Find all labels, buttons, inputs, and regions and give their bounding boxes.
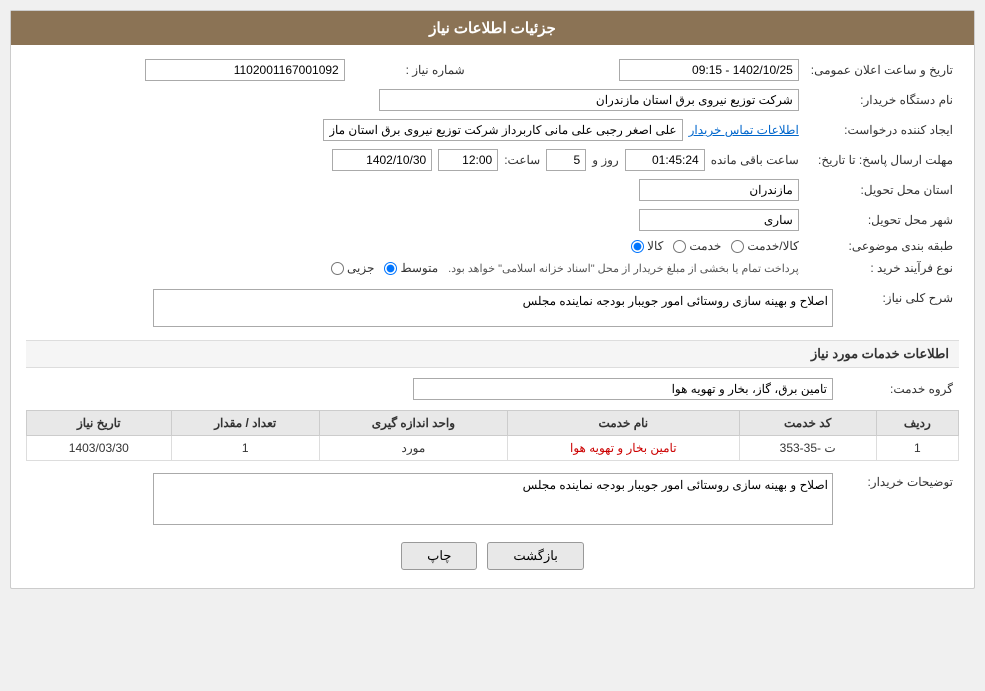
col-name: نام خدمت [507,411,739,436]
buyer-org-value [26,85,805,115]
cell-quantity: 1 [171,436,319,461]
need-number-value [26,55,351,85]
need-number-input [145,59,345,81]
remaining-label: ساعت باقی مانده [711,153,799,167]
notes-label: توضیحات خریدار: [839,469,959,532]
category-kala-khadamat-radio[interactable] [731,240,744,253]
province-input [639,179,799,201]
purchase-note: پرداخت تمام یا بخشی از مبلغ خریدار از مح… [448,262,799,275]
category-kala-item: کالا [631,239,663,253]
description-table: شرح کلی نیاز: [26,285,959,334]
col-date: تاریخ نیاز [27,411,172,436]
cell-date: 1403/03/30 [27,436,172,461]
buyer-org-input [379,89,799,111]
announce-value [511,55,805,85]
row-category: طبقه بندی موضوعی: کالا/خدمت خدمت [26,235,959,257]
creator-input [323,119,683,141]
category-label: طبقه بندی موضوعی: [805,235,959,257]
date-input [332,149,432,171]
notes-table: توضیحات خریدار: [26,469,959,532]
contact-link[interactable]: اطلاعات تماس خریدار [689,123,799,137]
creator-label: ایجاد کننده درخواست: [805,115,959,145]
print-button[interactable]: چاپ [401,542,477,570]
purchase-motavaset-item: متوسط [384,261,438,275]
main-box: جزئیات اطلاعات نیاز تاریخ و ساعت اعلان ع… [10,10,975,589]
category-khadamat-item: خدمت [673,239,721,253]
row-province: استان محل تحویل: [26,175,959,205]
cell-row-num: 1 [876,436,958,461]
time-label: ساعت: [504,153,540,167]
announce-input [619,59,799,81]
purchase-motavaset-radio[interactable] [384,262,397,275]
purchase-jozii-item: جزیی [331,261,374,275]
services-section-header: اطلاعات خدمات مورد نیاز [26,340,959,368]
city-label: شهر محل تحویل: [805,205,959,235]
row-purchase-type: نوع فرآیند خرید : پرداخت تمام یا بخشی از… [26,257,959,279]
city-input [639,209,799,231]
button-group: بازگشت چاپ [26,542,959,570]
notes-row: توضیحات خریدار: [26,469,959,532]
col-unit: واحد اندازه گیری [319,411,507,436]
col-code: کد خدمت [739,411,876,436]
cell-code: ت -35-353 [739,436,876,461]
notes-textarea [153,473,833,525]
service-group-row: گروه خدمت: [26,374,959,404]
services-table-header: ردیف کد خدمت نام خدمت واحد اندازه گیری ت… [27,411,959,436]
province-label: استان محل تحویل: [805,175,959,205]
info-table: تاریخ و ساعت اعلان عمومی: شماره نیاز : ن… [26,55,959,279]
buyer-org-label: نام دستگاه خریدار: [805,85,959,115]
days-input [546,149,586,171]
creator-value: اطلاعات تماس خریدار [26,115,805,145]
category-khadamat-radio[interactable] [673,240,686,253]
purchase-jozii-radio[interactable] [331,262,344,275]
row-city: شهر محل تحویل: [26,205,959,235]
services-table: ردیف کد خدمت نام خدمت واحد اندازه گیری ت… [26,410,959,461]
cell-unit: مورد [319,436,507,461]
description-textarea [153,289,833,327]
purchase-jozii-label: جزیی [347,261,374,275]
purchase-type-label: نوع فرآیند خرید : [805,257,959,279]
need-number-label: شماره نیاز : [351,55,471,85]
category-kala-khadamat-item: کالا/خدمت [731,239,798,253]
content-area: تاریخ و ساعت اعلان عمومی: شماره نیاز : ن… [11,45,974,588]
service-group-input [413,378,833,400]
description-row: شرح کلی نیاز: [26,285,959,334]
category-kala-radio[interactable] [631,240,644,253]
row-send-deadline: مهلت ارسال پاسخ: تا تاریخ: ساعت باقی مان… [26,145,959,175]
description-label: شرح کلی نیاز: [839,285,959,334]
row-creator: ایجاد کننده درخواست: اطلاعات تماس خریدار [26,115,959,145]
table-row: 1 ت -35-353 تامین بخار و تهویه هوا مورد … [27,436,959,461]
days-label: روز و [592,153,619,167]
send-deadline-label: مهلت ارسال پاسخ: تا تاریخ: [805,145,959,175]
page-title: جزئیات اطلاعات نیاز [429,20,556,37]
cell-name: تامین بخار و تهویه هوا [507,436,739,461]
category-kala-khadamat-label: کالا/خدمت [747,239,798,253]
page-header: جزئیات اطلاعات نیاز [11,11,974,45]
remaining-input [625,149,705,171]
col-row-num: ردیف [876,411,958,436]
purchase-motavaset-label: متوسط [400,261,438,275]
row-buyer-org: نام دستگاه خریدار: [26,85,959,115]
row-need-number: تاریخ و ساعت اعلان عمومی: شماره نیاز : [26,55,959,85]
page-container: جزئیات اطلاعات نیاز تاریخ و ساعت اعلان ع… [0,0,985,691]
category-kala-label: کالا [647,239,663,253]
back-button[interactable]: بازگشت [487,542,583,570]
service-group-table: گروه خدمت: [26,374,959,404]
time-input [438,149,498,171]
category-khadamat-label: خدمت [689,239,721,253]
announce-label: تاریخ و ساعت اعلان عمومی: [805,55,959,85]
service-group-label: گروه خدمت: [839,374,959,404]
col-quantity: تعداد / مقدار [171,411,319,436]
